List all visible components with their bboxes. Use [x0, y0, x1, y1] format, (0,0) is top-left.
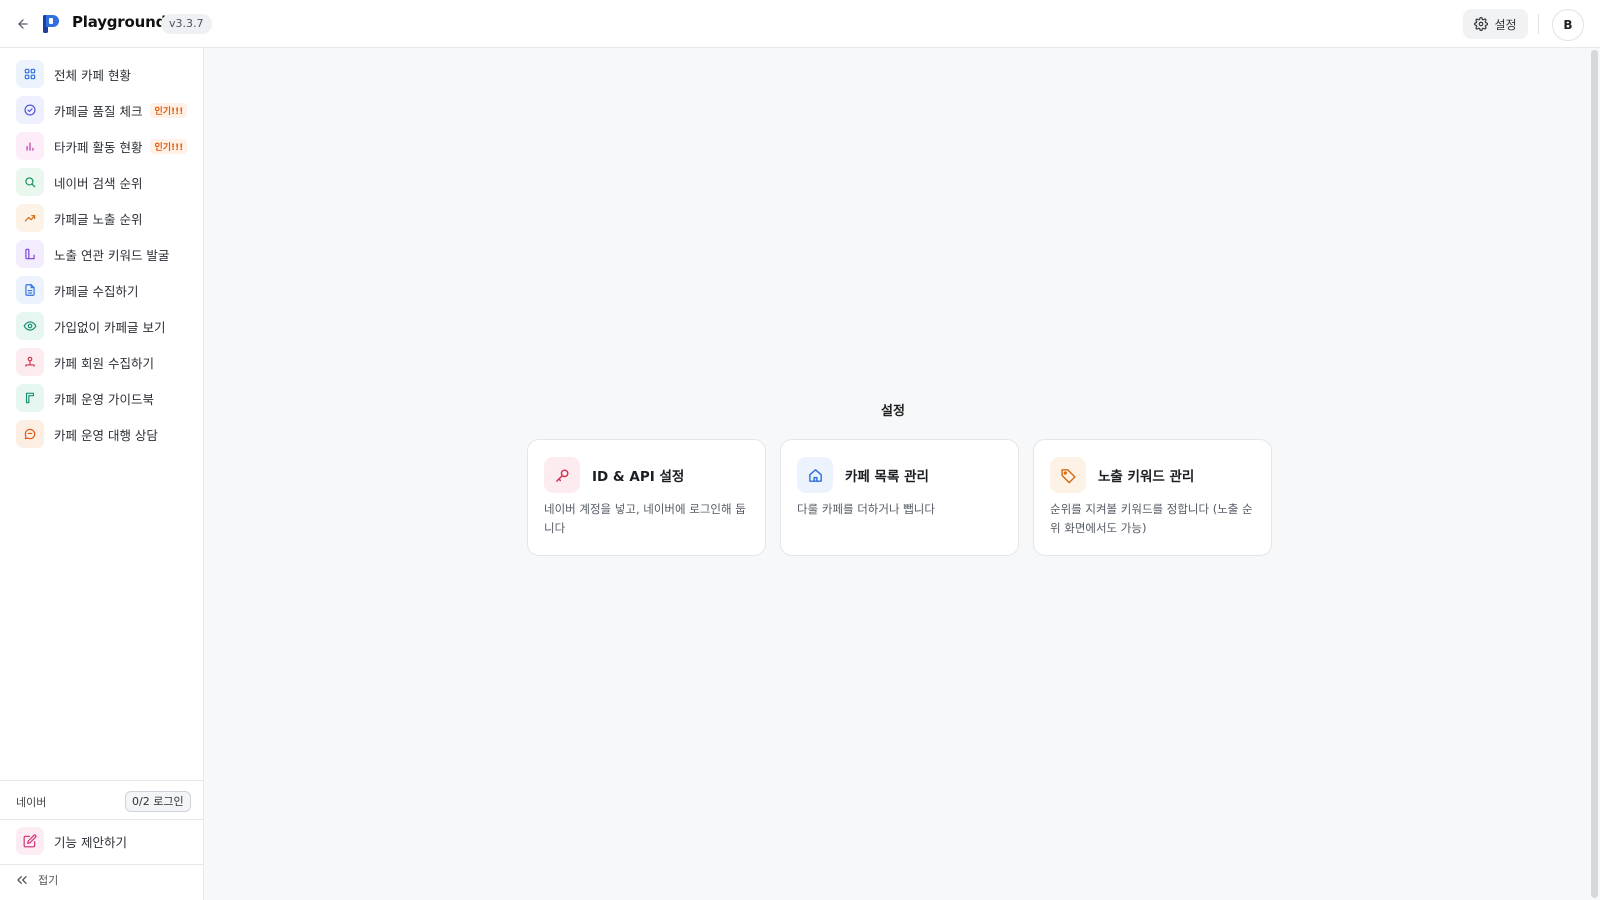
layout-icon [16, 240, 44, 268]
settings-card[interactable]: 노출 키워드 관리순위를 지켜볼 키워드를 정합니다 (노출 순위 화면에서도 … [1033, 439, 1272, 556]
sidebar-item[interactable]: 카페 회원 수집하기 [8, 345, 196, 379]
collapse-sidebar-button[interactable]: 접기 [14, 872, 58, 888]
settings-button-label: 설정 [1494, 17, 1517, 32]
home-icon [797, 457, 833, 493]
sidebar-item-label: 노출 연관 키워드 발굴 [54, 247, 170, 263]
settings-card[interactable]: 카페 목록 관리다룰 카페를 더하거나 뺍니다 [780, 439, 1019, 556]
sidebar-item[interactable]: 네이버 검색 순위 [8, 165, 196, 199]
card-description: 다룰 카페를 더하거나 뺍니다 [797, 502, 935, 516]
app-logo-icon [40, 13, 62, 35]
suggest-feature-label: 기능 제안하기 [54, 834, 127, 850]
eye-icon [16, 312, 44, 340]
sidebar-item-label: 카페글 수집하기 [54, 283, 139, 299]
sidebar-item[interactable]: 카페글 노출 순위 [8, 201, 196, 235]
top-header: Playground v3.3.7 설정 B [0, 0, 1600, 48]
section-title: 설정 [881, 404, 905, 419]
sidebar-item-label: 네이버 검색 순위 [54, 175, 143, 191]
card-title: ID & API 설정 [592, 469, 685, 485]
sidebar-divider [0, 819, 203, 820]
sidebar-item[interactable]: 가입없이 카페글 보기 [8, 309, 196, 343]
network-icon [16, 348, 44, 376]
sidebar-item-label: 카페 운영 대행 상담 [54, 427, 158, 443]
key-icon [544, 457, 580, 493]
popular-badge: 인기!!! [150, 102, 188, 118]
card-title: 카페 목록 관리 [845, 469, 929, 485]
sidebar-item-label: 타카페 활동 현황 [54, 139, 143, 155]
chat-icon [16, 420, 44, 448]
settings-button[interactable]: 설정 [1463, 9, 1528, 39]
back-arrow-icon[interactable] [13, 14, 33, 34]
sidebar-item[interactable]: 카페글 품질 체크 인기!!! [8, 93, 196, 127]
user-avatar[interactable]: B [1552, 9, 1584, 41]
sidebar-divider [0, 780, 203, 781]
grid-icon [16, 60, 44, 88]
app-title: Playground [72, 13, 167, 31]
main-scrollbar[interactable] [1591, 50, 1598, 898]
chevrons-left-icon [14, 872, 30, 888]
card-description: 순위를 지켜볼 키워드를 정합니다 (노출 순위 화면에서도 가능) [1050, 502, 1253, 535]
tag-icon [1050, 457, 1086, 493]
settings-card[interactable]: ID & API 설정네이버 계정을 넣고, 네이버에 로그인해 둡니다 [527, 439, 766, 556]
login-status-badge[interactable]: 0/2 로그인 [125, 791, 191, 812]
sidebar-item-label: 가입없이 카페글 보기 [54, 319, 166, 335]
edit-icon [16, 827, 44, 855]
check-circle-icon [16, 96, 44, 124]
card-description: 네이버 계정을 넣고, 네이버에 로그인해 둡니다 [544, 502, 746, 535]
search-icon [16, 168, 44, 196]
sidebar-item-label: 전체 카페 현황 [54, 67, 131, 83]
bar-chart-icon [16, 132, 44, 160]
header-divider [1538, 14, 1539, 34]
document-icon [16, 276, 44, 304]
sidebar-item-label: 카페글 품질 체크 [54, 103, 143, 119]
suggest-feature-button[interactable]: 기능 제안하기 [8, 824, 196, 858]
sidebar-item[interactable]: 카페글 수집하기 [8, 273, 196, 307]
card-title: 노출 키워드 관리 [1098, 469, 1195, 485]
version-badge: v3.3.7 [161, 14, 212, 34]
sidebar-divider [0, 864, 203, 865]
gear-icon [1474, 17, 1489, 31]
naver-account-label: 네이버 [16, 796, 47, 809]
trending-up-icon [16, 204, 44, 232]
sidebar-item-label: 카페글 노출 순위 [54, 211, 143, 227]
sidebar-item-label: 카페 회원 수집하기 [54, 355, 154, 371]
sidebar-item[interactable]: 전체 카페 현황 [8, 57, 196, 91]
sidebar-item[interactable]: 카페 운영 대행 상담 [8, 417, 196, 451]
collapse-label: 접기 [38, 874, 59, 887]
sidebar-item[interactable]: 타카페 활동 현황 인기!!! [8, 129, 196, 163]
popular-badge: 인기!!! [150, 138, 188, 154]
sidebar: 전체 카페 현황 카페글 품질 체크 인기!!! 타카페 활동 현황 인기!!! 네이버 … [0, 48, 204, 900]
sidebar-item[interactable]: 노출 연관 키워드 발굴 [8, 237, 196, 271]
